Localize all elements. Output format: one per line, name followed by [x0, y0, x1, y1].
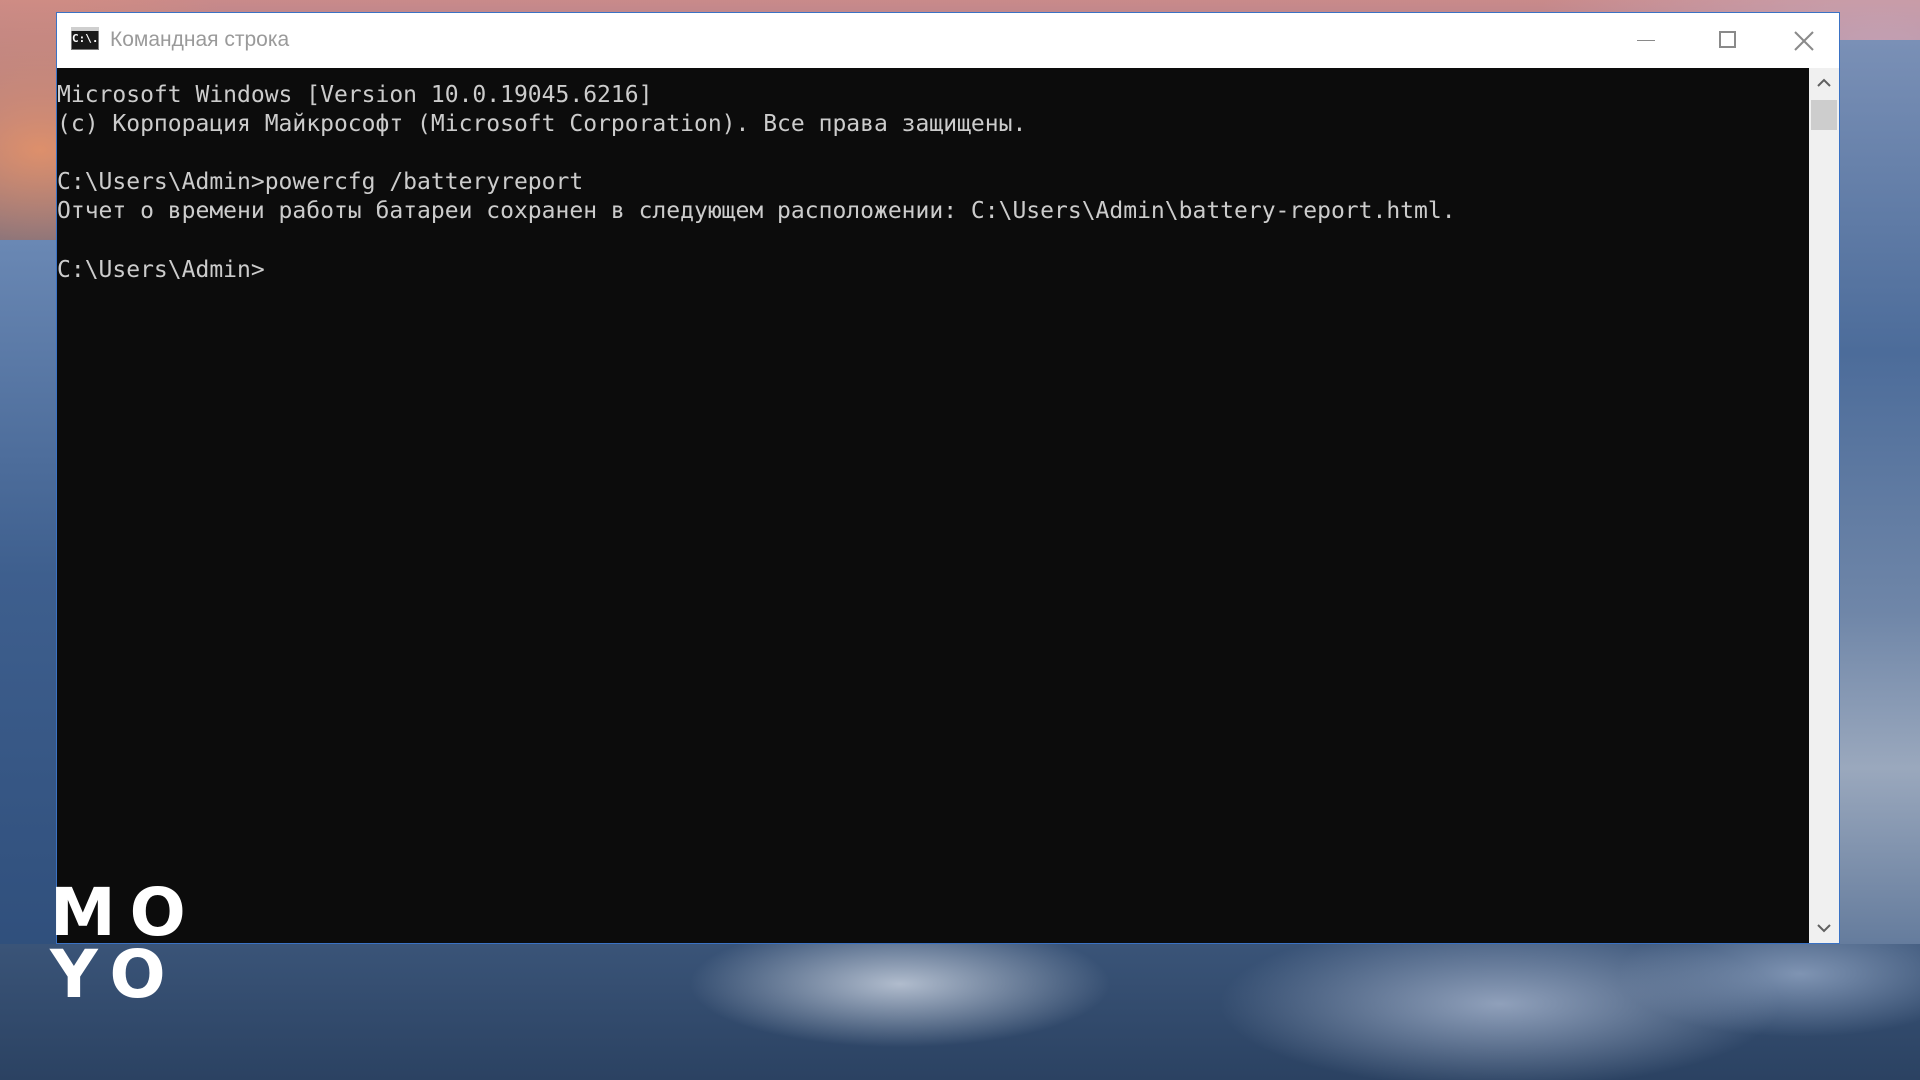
scroll-thumb[interactable] — [1811, 100, 1837, 130]
moyo-logo: MO YO — [50, 874, 200, 1032]
vertical-scrollbar[interactable] — [1809, 68, 1839, 943]
window-title: Командная строка — [110, 28, 290, 51]
scroll-down-button[interactable] — [1809, 913, 1839, 943]
maximize-button[interactable] — [1687, 13, 1769, 68]
close-button[interactable] — [1769, 13, 1839, 68]
console-line-version: Microsoft Windows [Version 10.0.19045.62… — [57, 82, 653, 108]
console-line-command: C:\Users\Admin>powercfg /batteryreport — [57, 169, 584, 195]
wallpaper-rocks — [0, 944, 1920, 1080]
minimize-button[interactable] — [1605, 13, 1687, 68]
title-bar[interactable]: C:\. Командная строка — [57, 13, 1839, 68]
chevron-up-icon — [1817, 78, 1831, 87]
console-output[interactable]: Microsoft Windows [Version 10.0.19045.62… — [57, 68, 1809, 943]
scroll-up-button[interactable] — [1809, 68, 1839, 98]
cmd-icon: C:\. — [71, 27, 99, 50]
console-line-result: Отчет о времени работы батареи сохранен … — [57, 198, 1456, 224]
chevron-down-icon — [1817, 924, 1831, 933]
console-line-copyright: (c) Корпорация Майкрософт (Microsoft Cor… — [57, 111, 1027, 137]
console-prompt[interactable]: C:\Users\Admin> — [57, 256, 265, 284]
minimize-icon — [1637, 40, 1655, 41]
logo-row-top: MO — [50, 874, 200, 951]
close-icon — [1794, 31, 1814, 51]
logo-row-bottom: YO — [50, 936, 180, 1013]
maximize-icon — [1719, 31, 1736, 48]
wallpaper-mountain-right — [1838, 40, 1920, 1080]
command-prompt-window[interactable]: C:\. Командная строка Microsoft Windows … — [56, 12, 1840, 944]
